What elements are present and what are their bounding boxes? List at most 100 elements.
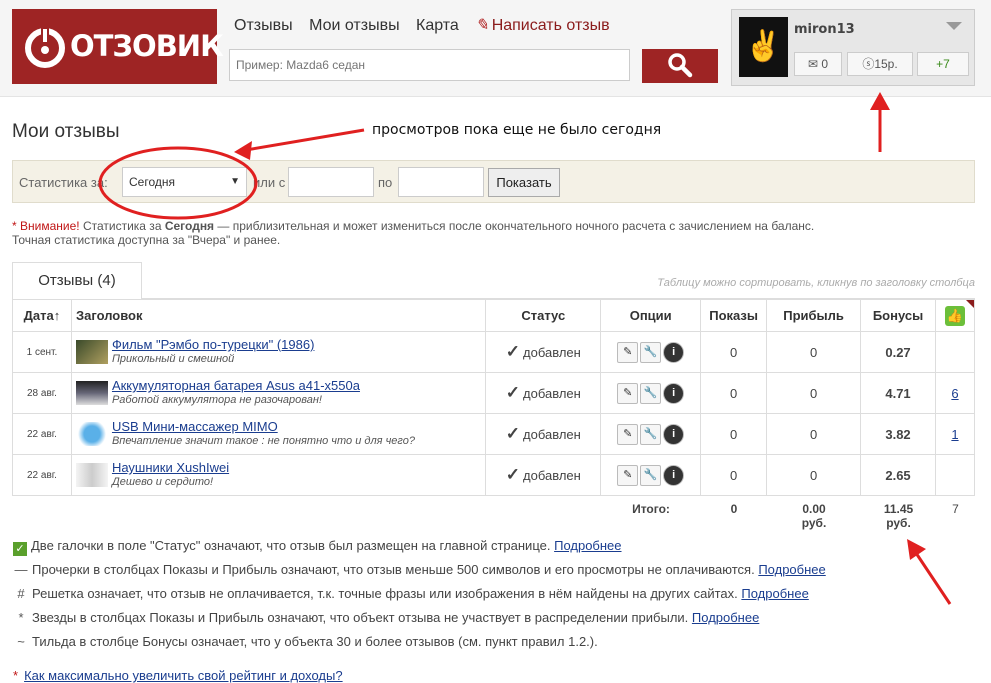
legend-text: Прочерки в столбцах Показы и Прибыль озн… <box>32 562 755 577</box>
edit-icon[interactable]: ✎ <box>617 423 639 445</box>
envelope-icon: ✉ <box>807 57 819 71</box>
row-profit: 0 <box>766 331 862 373</box>
row-profit: 0 <box>766 372 862 414</box>
info-icon[interactable]: i <box>663 464 685 486</box>
show-button[interactable]: Показать <box>488 168 560 197</box>
search-button[interactable] <box>642 49 718 83</box>
filter-from-label: или с <box>253 175 286 190</box>
row-options: ✎ 🔧 i <box>600 372 702 414</box>
status-text: добавлен <box>523 345 581 360</box>
review-link[interactable]: Аккумуляторная батарея Asus a41-x550a <box>112 378 360 393</box>
double-check-icon: ✓ <box>13 542 27 556</box>
nav-reviews[interactable]: Отзывы <box>234 17 293 34</box>
legend-more-link[interactable]: Подробнее <box>741 586 808 601</box>
legend-text: Звезды в столбцах Показы и Прибыль означ… <box>32 610 689 625</box>
likes-link[interactable]: 6 <box>951 386 958 401</box>
username[interactable]: miron13 <box>794 22 855 37</box>
row-bonus: 0.27 <box>860 331 936 373</box>
reviews-table: Дата↑ Заголовок Статус Опции Показы Приб… <box>12 299 975 496</box>
col-status[interactable]: Статус <box>485 299 602 332</box>
tilde-symbol: ~ <box>17 634 25 649</box>
col-profit[interactable]: Прибыль <box>766 299 862 332</box>
review-thumbnail[interactable] <box>75 422 108 446</box>
avatar[interactable]: ✌ <box>739 17 788 77</box>
row-views: 0 <box>700 372 768 414</box>
edit-icon[interactable]: ✎ <box>617 464 639 486</box>
row-profit: 0 <box>766 454 862 496</box>
table-sort-hint: Таблицу можно сортировать, кликнув по за… <box>657 277 975 289</box>
status-text: добавлен <box>523 468 581 483</box>
balance-button[interactable]: ⓢ15р. <box>847 52 913 76</box>
edit-icon[interactable]: ✎ <box>617 382 639 404</box>
notice-pre: Статистика за <box>82 219 162 233</box>
info-icon[interactable]: i <box>663 341 685 363</box>
table-row: 22 авг. Наушники XushIwei Дешево и сердит… <box>12 454 975 496</box>
rating-button[interactable]: +7 <box>917 52 969 76</box>
notice-post: — приблизительная и может измениться пос… <box>217 219 815 233</box>
wrench-icon[interactable]: 🔧 <box>640 464 662 486</box>
legend-more-link[interactable]: Подробнее <box>692 610 759 625</box>
row-likes <box>935 454 975 496</box>
date-from-input[interactable] <box>288 167 374 197</box>
review-thumbnail[interactable] <box>75 463 108 487</box>
search-input[interactable] <box>229 49 630 81</box>
col-likes[interactable]: 👍 <box>935 299 975 332</box>
period-select[interactable]: Сегодня ▼ <box>122 167 247 197</box>
date-to-input[interactable] <box>398 167 484 197</box>
totals-views: 0 <box>730 502 738 516</box>
row-likes: 1 <box>935 413 975 455</box>
legend-item: # Решетка означает, что отзыв не оплачива… <box>13 586 808 601</box>
main-nav: Отзывы Мои отзывы Карта ✎ Написать отзыв <box>234 15 634 35</box>
row-title-cell: Наушники XushIwei Дешево и сердито! <box>70 454 487 496</box>
likes-corner-marker <box>966 300 974 308</box>
row-title-cell: Аккумуляторная батарея Asus a41-x550a Раб… <box>70 372 487 414</box>
status-text: добавлен <box>523 427 581 442</box>
site-header: ОТЗОВИК Отзывы Мои отзывы Карта ✎ Написат… <box>0 0 991 97</box>
rating-tips: * Как максимально увеличить свой рейтинг … <box>13 668 343 683</box>
col-bonus[interactable]: Бонусы <box>860 299 936 332</box>
caret-down-icon: ▼ <box>230 176 240 187</box>
nav-write-review[interactable]: ✎ Написать отзыв <box>475 17 621 34</box>
review-thumbnail[interactable] <box>75 381 108 405</box>
row-views: 0 <box>700 331 768 373</box>
review-subtitle: Впечатление значит такое : не понятно чт… <box>111 435 415 447</box>
review-link[interactable]: Наушники XushIwei <box>112 460 229 475</box>
messages-button[interactable]: ✉ 0 <box>794 52 842 76</box>
edit-icon[interactable]: ✎ <box>617 341 639 363</box>
legend-more-link[interactable]: Подробнее <box>554 538 621 553</box>
row-likes: 6 <box>935 372 975 414</box>
table-row: 22 авг. USB Мини-массажер MIMO Впечатлени… <box>12 413 975 455</box>
col-title[interactable]: Заголовок <box>70 299 487 332</box>
row-date: 28 авг. <box>12 372 72 414</box>
legend-item: * Звезды в столбцах Показы и Прибыль озна… <box>13 610 759 625</box>
info-icon[interactable]: i <box>663 382 685 404</box>
review-link[interactable]: USB Мини-массажер MIMO <box>112 419 278 434</box>
review-thumbnail[interactable] <box>75 340 108 364</box>
check-icon: ✓ <box>505 465 521 484</box>
col-date[interactable]: Дата↑ <box>12 299 72 332</box>
annotation-arrowhead <box>234 141 252 160</box>
row-likes <box>935 331 975 373</box>
rating-tips-link[interactable]: Как максимально увеличить свой рейтинг и… <box>24 668 343 683</box>
totals-label: Итого: <box>632 502 670 516</box>
site-logo[interactable]: ОТЗОВИК <box>12 9 224 84</box>
star-symbol: * <box>18 610 24 625</box>
tab-reviews[interactable]: Отзывы (4) <box>12 262 142 299</box>
row-bonus: 3.82 <box>860 413 936 455</box>
nav-map[interactable]: Карта <box>416 17 459 34</box>
info-icon[interactable]: i <box>663 423 685 445</box>
wrench-icon[interactable]: 🔧 <box>640 382 662 404</box>
review-link[interactable]: Фильм "Рэмбо по-турецки" (1986) <box>112 337 314 352</box>
legend-more-link[interactable]: Подробнее <box>758 562 825 577</box>
wrench-icon[interactable]: 🔧 <box>640 423 662 445</box>
likes-link[interactable]: 1 <box>951 427 958 442</box>
col-views[interactable]: Показы <box>700 299 768 332</box>
row-status: ✓ добавлен <box>485 454 602 496</box>
notice-warning: * Внимание! <box>12 219 80 233</box>
totals-row: Итого: 0 0.00 руб. 11.45 руб. 7 <box>12 498 975 534</box>
wrench-icon[interactable]: 🔧 <box>640 341 662 363</box>
chevron-down-icon[interactable] <box>946 22 962 30</box>
table-header-row: Дата↑ Заголовок Статус Опции Показы Приб… <box>12 299 975 332</box>
row-date: 22 авг. <box>12 454 72 496</box>
nav-my-reviews[interactable]: Мои отзывы <box>309 17 400 34</box>
